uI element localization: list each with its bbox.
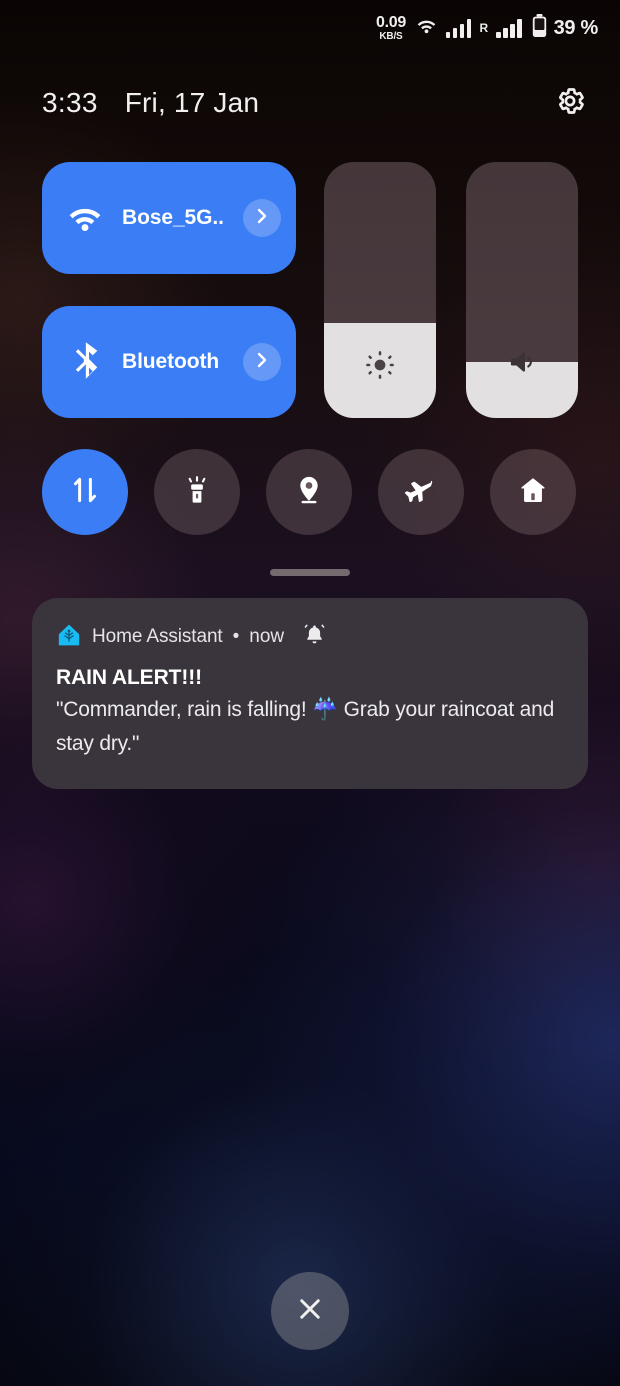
network-speed-indicator: 0.09 KB/S [375,13,406,42]
brightness-icon [324,350,436,380]
wifi-tile-label: Bose_5G.. [122,206,224,229]
gear-icon [553,84,587,123]
wifi-icon [54,202,116,235]
roaming-indicator: R [479,21,489,35]
settings-button[interactable] [548,81,592,125]
home-assistant-icon [56,622,82,653]
notification-app-name: Home Assistant [92,626,223,647]
location-pin-icon [293,474,325,511]
wifi-tile-expand-button[interactable] [243,199,281,237]
toggle-home[interactable] [490,449,576,535]
toggle-location[interactable] [266,449,352,535]
header-row: 3:33 Fri, 17 Jan [0,76,620,130]
flashlight-icon [181,474,213,511]
chevron-right-icon [255,350,269,375]
notification-body: "Commander, rain is falling! ☔ Grab your… [56,698,555,756]
wifi-tile[interactable]: Bose_5G.. [42,162,296,274]
close-panel-button[interactable] [271,1272,349,1350]
toggle-row [0,449,620,535]
mobile-data-icon [68,473,102,512]
volume-icon [466,347,578,377]
bell-ringing-icon [302,622,327,652]
toggle-airplane-mode[interactable] [378,449,464,535]
bluetooth-tile-label: Bluetooth [122,350,220,373]
volume-slider[interactable] [466,162,578,418]
network-speed-unit: KB/S [379,30,403,42]
notification-separator: • [232,626,240,647]
home-icon [517,474,549,511]
wifi-icon [414,16,439,41]
battery-percent: 39 % [553,16,599,39]
status-bar: 0.09 KB/S R 39 % [0,0,620,56]
clock-date: Fri, 17 Jan [124,87,260,118]
airplane-icon [404,473,438,512]
close-icon [294,1293,326,1330]
battery-icon [532,13,547,43]
bluetooth-tile[interactable]: Bluetooth [42,306,296,418]
drag-handle[interactable] [270,569,350,576]
toggle-flashlight[interactable] [154,449,240,535]
notification-card[interactable]: Home Assistant • now RAIN ALERT!!! "Comm… [32,598,588,790]
chevron-right-icon [255,206,269,231]
bluetooth-tile-expand-button[interactable] [243,343,281,381]
quick-settings-panel: 0.09 KB/S R 39 % 3:33 Fri, 17 Jan Bose_5… [0,0,620,1386]
toggle-mobile-data[interactable] [42,449,128,535]
notification-header: Home Assistant • now [56,624,564,650]
notification-time: now [249,626,285,647]
signal-bars-icon-2 [496,18,522,38]
network-speed-value: 0.09 [375,13,406,31]
bluetooth-icon [54,342,116,382]
signal-bars-icon [445,18,472,38]
brightness-slider[interactable] [324,162,436,418]
clock-time: 3:33 [42,87,98,118]
notification-title: RAIN ALERT!!! [56,666,203,689]
